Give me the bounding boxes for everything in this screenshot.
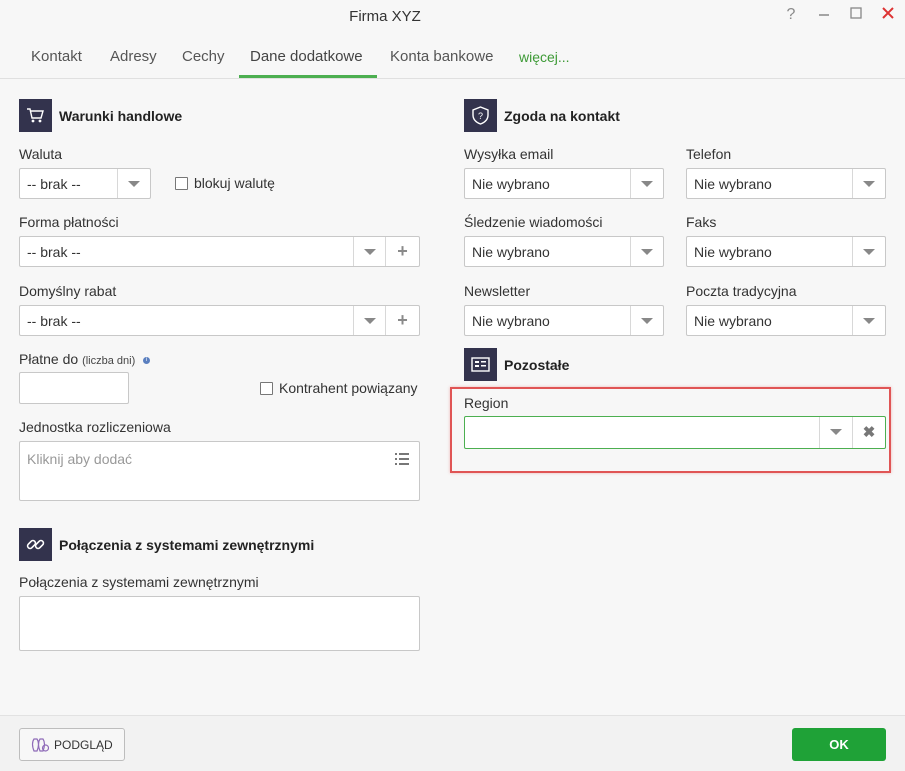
form-icon	[464, 348, 497, 381]
link-icon	[19, 528, 52, 561]
telefon-select[interactable]: Nie wybrano	[686, 168, 886, 199]
tab-dane-dodatkowe[interactable]: Dane dodatkowe	[250, 48, 363, 65]
platne-do-input[interactable]	[19, 372, 129, 404]
active-tab-indicator	[239, 75, 377, 78]
preview-button[interactable]: PODGLĄD	[19, 728, 125, 761]
blokuj-walute-label: blokuj walutę	[194, 175, 275, 191]
waluta-label: Waluta	[19, 146, 63, 162]
forma-platnosci-value: -- brak --	[27, 244, 81, 260]
tab-adresy[interactable]: Adresy	[110, 48, 157, 65]
list-icon[interactable]	[395, 452, 409, 468]
svg-text:?: ?	[478, 111, 483, 121]
tab-cechy[interactable]: Cechy	[182, 48, 225, 65]
chevron-down-icon[interactable]	[852, 169, 885, 198]
platne-do-text: Płatne do	[19, 351, 79, 367]
add-icon[interactable]: +	[385, 237, 419, 266]
sledzenie-select[interactable]: Nie wybrano	[464, 236, 664, 267]
tab-bar: Kontakt Adresy Cechy Dane dodatkowe Kont…	[0, 36, 905, 79]
info-icon[interactable]: i	[143, 356, 151, 364]
forma-platnosci-select[interactable]: -- brak -- +	[19, 236, 420, 267]
title-bar: Firma XYZ ?	[0, 0, 905, 36]
jednostka-field[interactable]: Kliknij aby dodać	[19, 441, 420, 501]
region-label: Region	[464, 395, 509, 411]
region-select[interactable]: ✖	[464, 416, 886, 449]
tab-kontakt[interactable]: Kontakt	[31, 48, 82, 65]
jednostka-label: Jednostka rozliczeniowa	[19, 419, 171, 435]
waluta-value: -- brak --	[27, 176, 81, 192]
add-icon[interactable]: +	[385, 306, 419, 335]
chevron-down-icon[interactable]	[630, 237, 663, 266]
minimize-icon[interactable]	[813, 4, 835, 26]
newsletter-select[interactable]: Nie wybrano	[464, 305, 664, 336]
kontrahent-powiazany-checkbox[interactable]	[260, 382, 273, 395]
section-title-zgoda: Zgoda na kontakt	[504, 108, 620, 124]
faks-select[interactable]: Nie wybrano	[686, 236, 886, 267]
chevron-down-icon[interactable]	[353, 237, 386, 266]
kontrahent-powiazany-label: Kontrahent powiązany	[279, 380, 418, 396]
preview-label: PODGLĄD	[54, 738, 113, 752]
poczta-label: Poczta tradycyjna	[686, 283, 797, 299]
chevron-down-icon[interactable]	[353, 306, 386, 335]
chevron-down-icon[interactable]	[852, 237, 885, 266]
platne-do-hint: (liczba dni)	[82, 355, 136, 367]
cart-icon	[19, 99, 52, 132]
jednostka-placeholder: Kliknij aby dodać	[27, 451, 133, 467]
forma-platnosci-label: Forma płatności	[19, 214, 119, 230]
wysylka-email-label: Wysyłka email	[464, 146, 554, 162]
shield-icon: ?	[464, 99, 497, 132]
footer-bar	[0, 715, 905, 771]
sledzenie-label: Śledzenie wiadomości	[464, 214, 603, 230]
blokuj-walute-checkbox[interactable]	[175, 177, 188, 190]
wysylka-email-select[interactable]: Nie wybrano	[464, 168, 664, 199]
section-title-warunki: Warunki handlowe	[59, 108, 183, 124]
chevron-down-icon[interactable]	[117, 169, 150, 198]
faks-label: Faks	[686, 214, 717, 230]
tab-konta-bankowe[interactable]: Konta bankowe	[390, 48, 493, 65]
newsletter-label: Newsletter	[464, 283, 531, 299]
rabat-select[interactable]: -- brak -- +	[19, 305, 420, 336]
bowling-icon	[31, 737, 50, 756]
help-icon[interactable]: ?	[780, 4, 802, 26]
chevron-down-icon[interactable]	[630, 306, 663, 335]
polaczenia-field[interactable]	[19, 596, 420, 651]
maximize-icon[interactable]	[845, 4, 867, 26]
chevron-down-icon[interactable]	[852, 306, 885, 335]
ok-button[interactable]: OK	[792, 728, 886, 761]
window-title: Firma XYZ	[349, 8, 421, 25]
clear-icon[interactable]: ✖	[852, 417, 885, 448]
chevron-down-icon[interactable]	[630, 169, 663, 198]
poczta-select[interactable]: Nie wybrano	[686, 305, 886, 336]
waluta-select[interactable]: -- brak --	[19, 168, 151, 199]
section-title-pozostale: Pozostałe	[504, 357, 570, 373]
tab-wiecej[interactable]: więcej...	[519, 49, 570, 65]
telefon-label: Telefon	[686, 146, 732, 162]
polaczenia-label: Połączenia z systemami zewnętrznymi	[19, 574, 259, 590]
rabat-value: -- brak --	[27, 313, 81, 329]
platne-do-label: Płatne do (liczba dni) i	[19, 351, 151, 367]
close-icon[interactable]	[877, 4, 899, 26]
section-title-polaczenia: Połączenia z systemami zewnętrznymi	[59, 537, 315, 553]
rabat-label: Domyślny rabat	[19, 283, 117, 299]
chevron-down-icon[interactable]	[819, 417, 852, 448]
